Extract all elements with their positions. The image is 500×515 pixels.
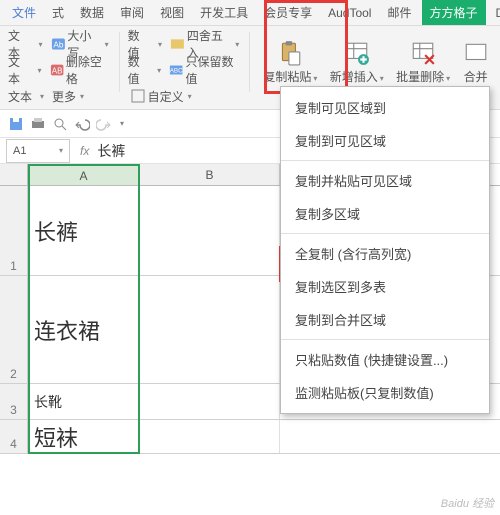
clipboard-icon <box>277 40 303 66</box>
tab-formula[interactable]: 式 <box>46 0 70 25</box>
ribbon-group-number: 数值▾ 四舍五入▾ 数值▾ ABC 只保留数值 自定义▾ <box>126 32 244 108</box>
col-header-B[interactable]: B <box>140 164 280 185</box>
menu-copy-to-sheets[interactable]: 复制选区到多表 <box>281 270 489 303</box>
watermark: Baidu 经验 <box>441 495 494 511</box>
menu-tabs: 文件 式 数据 审阅 视图 开发工具 会员专享 AudTool 邮件 方方格子 … <box>0 0 500 26</box>
undo-icon[interactable] <box>74 116 90 132</box>
cell-B3[interactable] <box>140 384 280 419</box>
tab-mail[interactable]: 邮件 <box>381 0 417 25</box>
cell-B2[interactable] <box>140 276 280 383</box>
custom-button[interactable]: 自定义▾ <box>126 86 196 107</box>
tab-review[interactable]: 审阅 <box>114 0 150 25</box>
fx-icon[interactable]: fx <box>80 144 89 158</box>
menu-separator <box>281 160 489 161</box>
menu-copy-paste-visible[interactable]: 复制并粘贴可见区域 <box>281 164 489 197</box>
cell-B1[interactable] <box>140 186 280 275</box>
print-icon[interactable] <box>30 116 46 132</box>
cell-B4[interactable] <box>140 420 280 453</box>
cell-A4[interactable]: 短袜 <box>28 420 140 453</box>
cell-A3[interactable]: 长靴 <box>28 384 140 419</box>
qat-more-icon[interactable]: ▾ <box>118 119 124 128</box>
merge-icon <box>463 40 489 66</box>
keepnum-icon: ABC <box>169 62 183 78</box>
cell-A1[interactable]: 长裤 <box>28 186 140 275</box>
insert-icon <box>344 40 370 66</box>
chevron-down-icon: ▾ <box>57 146 63 155</box>
preview-icon[interactable] <box>52 116 68 132</box>
tab-audtool[interactable]: AudTool <box>322 2 377 24</box>
custom-icon <box>130 88 146 104</box>
menu-full-copy[interactable]: 全复制 (含行高列宽) <box>281 237 489 270</box>
tab-ffgz[interactable]: 方方格子 <box>422 0 486 25</box>
batch-delete-dropdown[interactable]: 批量删除▾ <box>391 32 455 92</box>
save-icon[interactable] <box>8 116 24 132</box>
menu-copy-to-visible[interactable]: 复制到可见区域 <box>281 124 489 157</box>
copy-paste-dropdown[interactable]: 复制粘贴▾ <box>258 32 322 92</box>
svg-text:ABC: ABC <box>170 68 183 75</box>
menu-paste-values[interactable]: 只粘贴数值 (快捷键设置...) <box>281 343 489 376</box>
ribbon-group-text: 文本▾ Ab 大小写▾ 文本▾ AB 删除空格 文本▾ 更多▾ <box>6 32 113 108</box>
case-icon: Ab <box>51 36 66 52</box>
tab-dev[interactable]: 开发工具 <box>194 0 254 25</box>
tab-member[interactable]: 会员专享 <box>258 0 318 25</box>
row-header-2[interactable]: 2 <box>0 276 28 383</box>
copy-paste-menu: 复制可见区域到 复制到可见区域 复制并粘贴可见区域 复制多区域 全复制 (含行高… <box>280 86 490 414</box>
tab-view[interactable]: 视图 <box>154 0 190 25</box>
svg-text:Ab: Ab <box>53 40 64 50</box>
tab-file[interactable]: 文件 <box>6 0 42 25</box>
row-header-3[interactable]: 3 <box>0 384 28 419</box>
menu-separator <box>281 233 489 234</box>
more-button[interactable]: 更多▾ <box>48 86 88 107</box>
tab-data[interactable]: 数据 <box>74 0 110 25</box>
name-box[interactable]: A1 ▾ <box>6 139 70 163</box>
delspace-icon: AB <box>50 62 64 78</box>
row-header-4[interactable]: 4 <box>0 420 28 453</box>
tab-diy[interactable]: DIY工具箱 <box>490 0 500 25</box>
insert-dropdown[interactable]: 新增插入▾ <box>325 32 389 92</box>
menu-copy-visible-to[interactable]: 复制可见区域到 <box>281 91 489 124</box>
label-text2: 文本 <box>6 53 32 87</box>
menu-copy-to-merged[interactable]: 复制到合并区域 <box>281 303 489 336</box>
redo-icon[interactable] <box>96 116 112 132</box>
cell-A2[interactable]: 连衣裙 <box>28 276 140 383</box>
menu-monitor-clipboard[interactable]: 监测粘贴板(只复制数值) <box>281 376 489 409</box>
merge-dropdown[interactable]: 合并 <box>457 32 494 92</box>
svg-text:AB: AB <box>51 67 62 76</box>
label-num2: 数值 <box>126 53 152 87</box>
menu-copy-multi[interactable]: 复制多区域 <box>281 197 489 230</box>
formula-value: 长裤 <box>97 141 125 161</box>
batch-delete-icon <box>410 40 436 66</box>
select-all-corner[interactable] <box>0 164 28 185</box>
row-header-1[interactable]: 1 <box>0 186 28 275</box>
label-text3: 文本 <box>6 88 34 105</box>
menu-separator <box>281 339 489 340</box>
col-header-A[interactable]: A <box>28 164 140 185</box>
round-icon <box>170 36 185 52</box>
